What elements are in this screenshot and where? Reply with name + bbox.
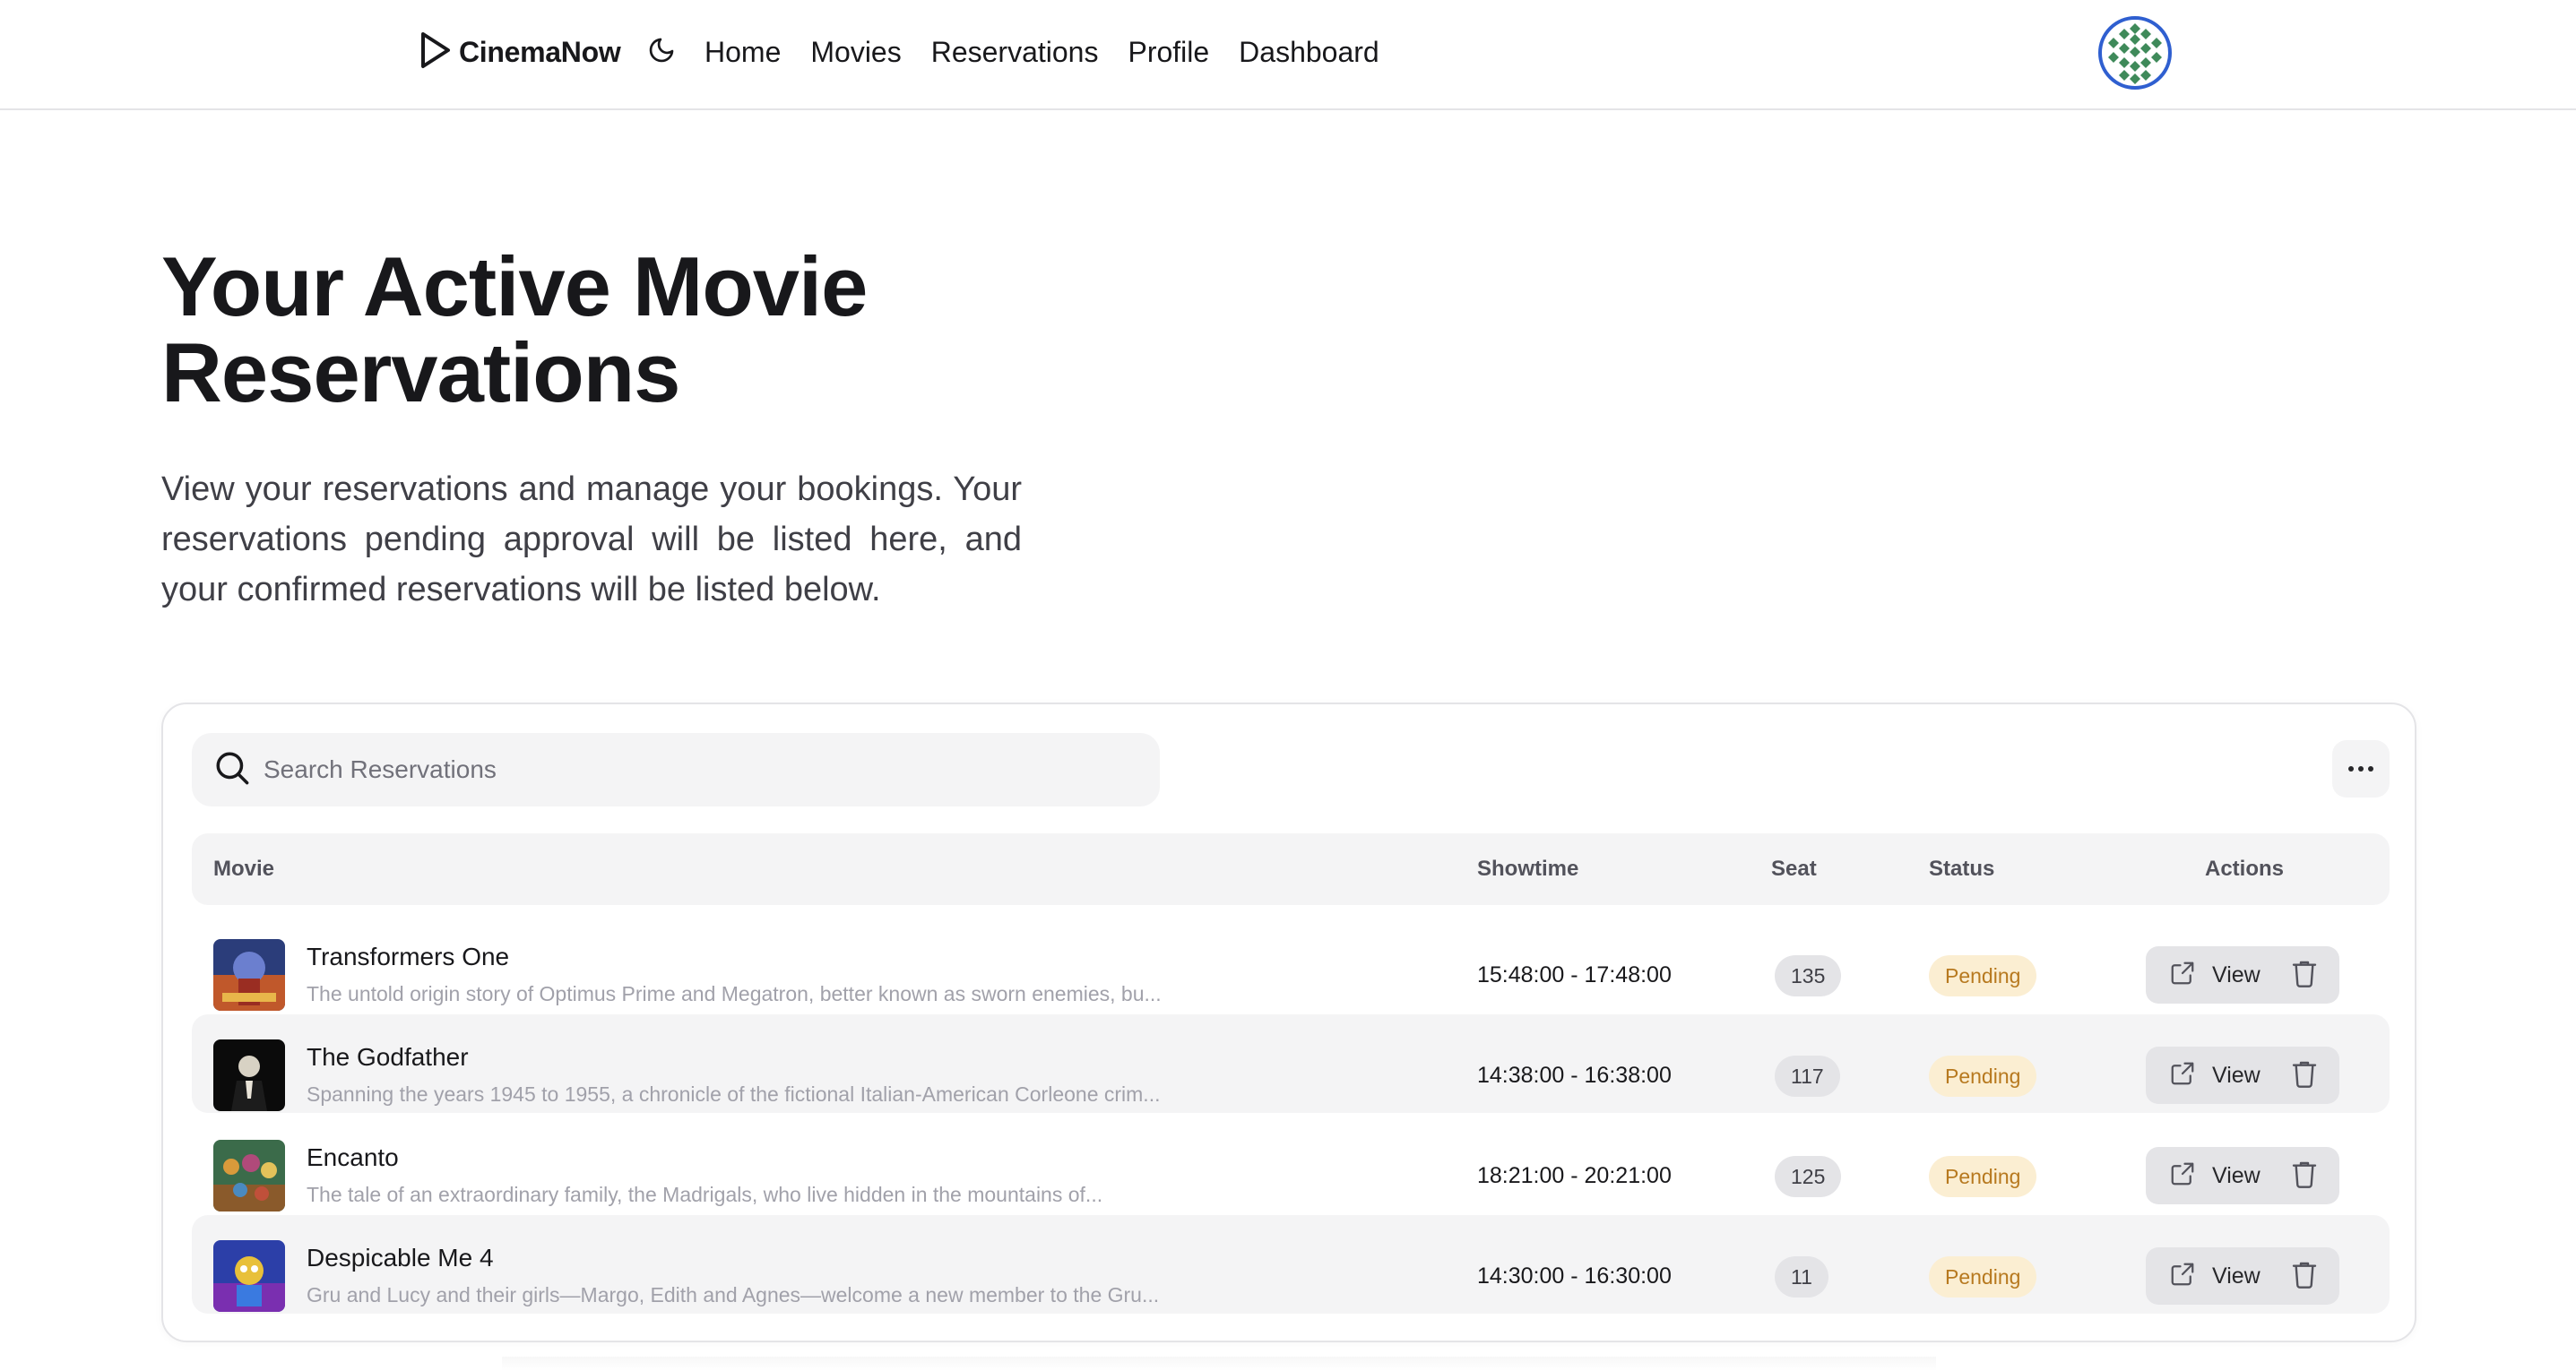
more-options-button[interactable] — [2332, 740, 2390, 798]
brand-link[interactable]: CinemaNow — [419, 30, 621, 74]
trash-icon — [2291, 959, 2318, 992]
nav-reservations[interactable]: Reservations — [931, 36, 1099, 69]
delete-button[interactable] — [2291, 1059, 2318, 1092]
ellipsis-icon — [2347, 761, 2374, 777]
avatar-pattern — [2108, 23, 2162, 84]
status-badge: Pending — [1929, 1256, 2037, 1298]
seat-badge: 135 — [1775, 955, 1842, 996]
movie-description: The tale of an extraordinary family, the… — [307, 1183, 1103, 1206]
view-label: View — [2212, 1062, 2260, 1088]
view-button[interactable]: View — [2146, 1247, 2260, 1305]
row-actions: View — [2146, 946, 2339, 1004]
movie-poster — [213, 1240, 285, 1312]
movie-poster — [213, 939, 285, 1011]
column-header-seat[interactable]: Seat — [1771, 857, 1817, 882]
theme-toggle-button[interactable] — [645, 36, 678, 68]
showtime: 14:38:00 - 16:38:00 — [1477, 1063, 1672, 1088]
delete-button[interactable] — [2291, 1160, 2318, 1193]
brand-name: CinemaNow — [459, 35, 621, 68]
view-label: View — [2212, 1162, 2260, 1188]
column-header-status[interactable]: Status — [1929, 857, 1994, 882]
page-description: View your reservations and manage your b… — [161, 470, 1022, 608]
trash-icon — [2291, 1160, 2318, 1193]
page-title: Your Active Movie Reservations — [161, 239, 868, 419]
row-actions: View — [2146, 1247, 2339, 1305]
reservations-card: Movie Showtime Seat Status Actions Trans… — [161, 703, 2416, 1342]
movie-poster — [213, 1039, 285, 1111]
status-badge: Pending — [1929, 955, 2037, 996]
nav-dashboard[interactable]: Dashboard — [1239, 36, 1379, 69]
moon-icon — [647, 36, 676, 69]
search-box — [192, 733, 1160, 806]
navbar: CinemaNow Home Movies Reservations Profi… — [0, 0, 2576, 110]
row-actions: View — [2146, 1047, 2339, 1104]
movie-description: Gru and Lucy and their girls—Margo, Edit… — [307, 1283, 1160, 1306]
showtime: 15:48:00 - 17:48:00 — [1477, 962, 1672, 987]
showtime: 18:21:00 - 20:21:00 — [1477, 1163, 1672, 1188]
seat-badge: 11 — [1775, 1256, 1828, 1298]
movie-title: Transformers One — [307, 943, 510, 970]
table-row[interactable]: Encanto The tale of an extraordinary fam… — [192, 1115, 2390, 1213]
external-link-icon — [2169, 1261, 2196, 1292]
play-triangle-icon — [419, 30, 452, 74]
table-row[interactable]: Transformers One The untold origin story… — [192, 914, 2390, 1013]
external-link-icon — [2169, 960, 2196, 991]
column-header-actions: Actions — [2205, 857, 2285, 881]
view-button[interactable]: View — [2146, 1047, 2260, 1104]
trash-icon — [2291, 1059, 2318, 1092]
row-actions: View — [2146, 1147, 2339, 1204]
view-label: View — [2212, 1263, 2260, 1289]
movie-title: Despicable Me 4 — [307, 1244, 494, 1272]
view-label: View — [2212, 961, 2260, 987]
showtime: 14:30:00 - 16:30:00 — [1477, 1263, 1672, 1289]
column-header-showtime[interactable]: Showtime — [1477, 857, 1578, 882]
table-row[interactable]: The Godfather Spanning the years 1945 to… — [192, 1014, 2390, 1113]
status-badge: Pending — [1929, 1156, 2037, 1197]
movie-title: The Godfather — [307, 1043, 469, 1071]
seat-badge: 117 — [1775, 1056, 1840, 1097]
view-button[interactable]: View — [2146, 1147, 2260, 1204]
user-avatar[interactable] — [2098, 16, 2172, 90]
trash-icon — [2291, 1260, 2318, 1293]
nav-movies[interactable]: Movies — [810, 36, 901, 69]
status-badge: Pending — [1929, 1056, 2037, 1097]
column-header-movie[interactable]: Movie — [213, 857, 274, 882]
footer-shadow — [502, 1357, 1936, 1371]
table-row[interactable]: Despicable Me 4 Gru and Lucy and their g… — [192, 1215, 2390, 1314]
delete-button[interactable] — [2291, 1260, 2318, 1293]
movie-description: The untold origin story of Optimus Prime… — [307, 982, 1162, 1005]
search-icon — [213, 749, 251, 791]
seat-badge: 125 — [1775, 1156, 1842, 1197]
movie-description: Spanning the years 1945 to 1955, a chron… — [307, 1082, 1161, 1106]
external-link-icon — [2169, 1160, 2196, 1192]
view-button[interactable]: View — [2146, 946, 2260, 1004]
movie-title: Encanto — [307, 1143, 399, 1171]
movie-poster — [213, 1140, 285, 1211]
nav-home[interactable]: Home — [705, 36, 781, 69]
nav-profile[interactable]: Profile — [1128, 36, 1209, 69]
external-link-icon — [2169, 1060, 2196, 1091]
table-header: Movie Showtime Seat Status Actions — [192, 833, 2390, 905]
main-nav: Home Movies Reservations Profile Dashboa… — [705, 32, 1379, 72]
search-input[interactable] — [264, 755, 1124, 784]
delete-button[interactable] — [2291, 959, 2318, 992]
